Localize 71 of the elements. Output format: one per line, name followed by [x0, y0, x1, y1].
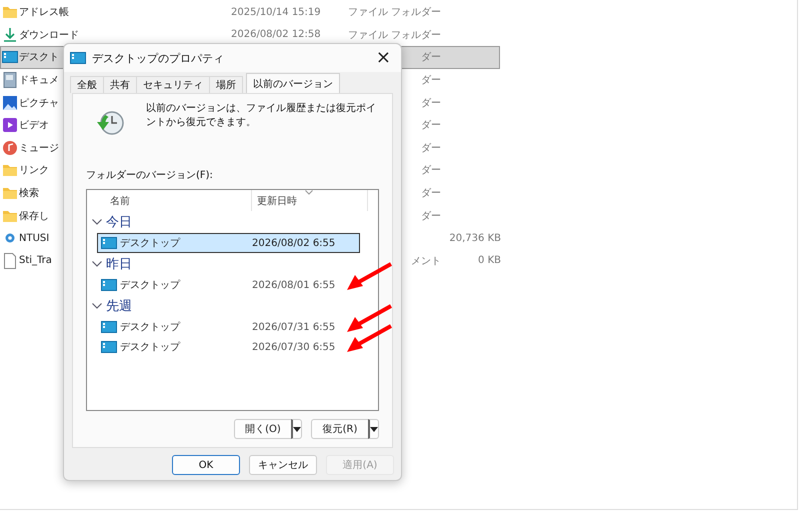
list-label: フォルダーのバージョン(F): — [86, 169, 214, 182]
monitor-icon — [101, 321, 117, 333]
file-type: メント — [411, 256, 441, 267]
download-icon — [2, 26, 18, 43]
modified-date: 2025/10/14 15:19 — [231, 6, 321, 18]
file-icon — [4, 252, 16, 269]
file-name[interactable]: Sti_Tra — [19, 255, 52, 266]
monitor-icon — [70, 52, 86, 64]
folder-icon — [2, 208, 18, 223]
dropdown-arrow-icon[interactable] — [293, 426, 301, 432]
file-type: ダー — [421, 165, 441, 176]
group-header[interactable]: 先週 — [106, 297, 132, 315]
file-type: ダー — [421, 142, 441, 154]
tab[interactable]: 全般 — [70, 76, 104, 93]
monitor-icon — [101, 341, 117, 353]
file-type: ダー — [421, 120, 441, 132]
document-icon — [3, 72, 17, 88]
file-name[interactable]: 検索 — [19, 188, 39, 200]
chevron-down-icon[interactable] — [92, 261, 102, 267]
file-type: ダー — [421, 98, 441, 109]
monitor-icon — [2, 51, 18, 64]
dropdown-arrow-icon[interactable] — [370, 426, 378, 432]
file-type: ファイル フォルダー — [348, 30, 441, 41]
folder-icon — [2, 186, 18, 200]
file-size: 0 KB — [478, 255, 501, 266]
description-text: 以前のバージョンは、ファイル履歴または復元ポイントから復元できます。 — [145, 102, 377, 130]
picture-icon — [3, 96, 17, 110]
dialog-title: デスクトップのプロパティ — [92, 50, 225, 66]
file-type: ファイル フォルダー — [348, 7, 441, 18]
version-row[interactable]: デスクトップ 2026/07/30 6:55 — [97, 337, 360, 357]
version-row[interactable]: デスクトップ 2026/08/02 6:55 — [97, 233, 360, 253]
file-name[interactable]: ピクチャ — [19, 98, 59, 109]
music-icon — [3, 140, 17, 155]
split-button[interactable]: 開く(O) — [234, 419, 291, 439]
file-name[interactable]: ダウンロード — [19, 30, 79, 41]
group-header[interactable]: 今日 — [106, 213, 132, 231]
chevron-down-icon[interactable] — [92, 303, 102, 309]
column-header[interactable]: 名前 — [87, 190, 252, 211]
version-row[interactable]: デスクトップ 2026/08/01 6:55 — [97, 275, 360, 295]
file-name[interactable]: ドキュメ — [19, 75, 59, 86]
file-type: ダー — [421, 188, 441, 200]
video-icon — [3, 118, 17, 132]
file-name[interactable]: アドレス帳 — [19, 7, 69, 18]
dialog-button[interactable]: キャンセル — [249, 455, 317, 475]
sort-caret-icon — [305, 190, 313, 195]
chevron-down-icon[interactable] — [92, 219, 102, 225]
tab[interactable]: 場所 — [209, 76, 243, 93]
file-name[interactable]: ミュージ — [19, 142, 59, 154]
monitor-icon — [101, 279, 117, 291]
modified-date: 2026/08/02 12:58 — [231, 29, 321, 40]
tab[interactable]: 共有 — [103, 76, 137, 93]
file-type: ダー — [421, 75, 441, 86]
file-type: ダー — [421, 210, 441, 222]
folder-icon — [2, 163, 18, 178]
file-name[interactable]: NTUSI — [19, 232, 50, 244]
group-header[interactable]: 昨日 — [106, 255, 132, 273]
file-name[interactable]: デスクト — [19, 52, 59, 64]
dialog-button[interactable]: OK — [172, 455, 240, 475]
monitor-icon — [101, 237, 117, 249]
column-header[interactable]: 更新日時 — [252, 190, 368, 211]
tab[interactable]: 以前のバージョン — [246, 73, 340, 93]
file-type: ダー — [421, 52, 441, 64]
file-size: 20,736 KB — [449, 232, 501, 244]
version-row[interactable]: デスクトップ 2026/07/31 6:55 — [97, 317, 360, 337]
close-button[interactable]: × — [372, 49, 395, 67]
folder-icon — [2, 5, 18, 20]
file-name[interactable]: リンク — [19, 165, 49, 176]
file-name[interactable]: 保存し — [19, 210, 49, 222]
disc-icon — [5, 233, 15, 244]
split-button[interactable]: 復元(R) — [311, 419, 368, 439]
file-name[interactable]: ビデオ — [19, 120, 49, 132]
